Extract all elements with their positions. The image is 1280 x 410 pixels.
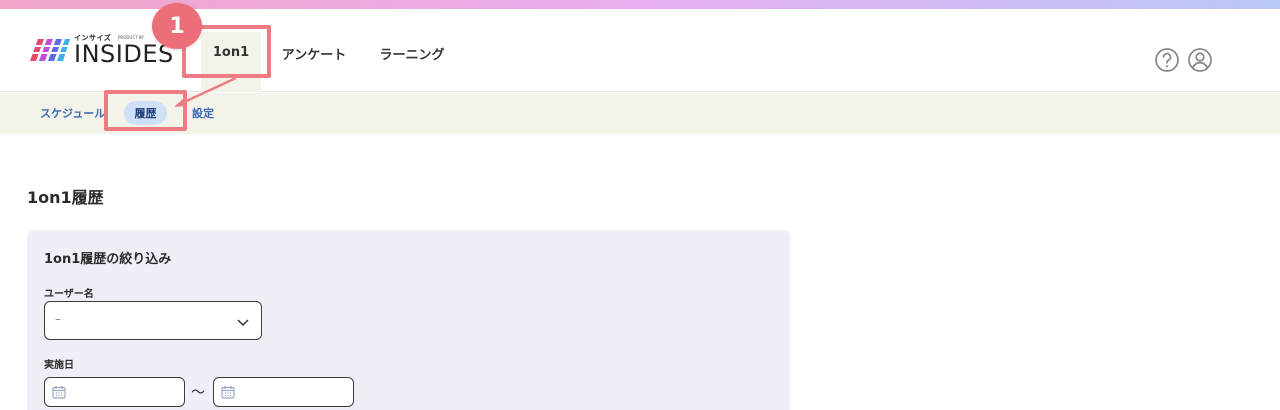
user-name-label: ユーザー名 — [44, 289, 94, 300]
highlight-box-history — [104, 90, 187, 131]
date-range-separator: 〜 — [191, 385, 205, 401]
filter-panel: 1on1履歴の絞り込み ユーザー名 – 実施日 〜 — [27, 230, 790, 410]
tab-survey-label: アンケート — [281, 47, 347, 63]
calendar-icon — [52, 386, 66, 399]
date-from-input[interactable] — [44, 377, 185, 407]
sub-navigation: スケジュール 履歴 設定 — [0, 93, 1280, 134]
tab-learning[interactable]: ラーニング — [379, 32, 445, 74]
subnav-item-schedule[interactable]: スケジュール — [40, 105, 105, 121]
tab-learning-label: ラーニング — [379, 47, 445, 63]
tab-survey[interactable]: アンケート — [281, 32, 347, 74]
calendar-icon — [221, 386, 235, 399]
date-to-input[interactable] — [213, 377, 354, 407]
help-icon[interactable] — [1154, 47, 1180, 73]
subnav-item-settings[interactable]: 設定 — [192, 105, 214, 121]
date-label: 実施日 — [44, 360, 74, 371]
filter-title: 1on1履歴の絞り込み — [44, 252, 172, 267]
page-title: 1on1履歴 — [27, 188, 104, 207]
step-badge: 1 — [152, 3, 202, 49]
user-name-select-value: – — [55, 312, 61, 326]
insides-logo[interactable]: インサイズ PRODUCT BY INSIDES — [30, 31, 173, 71]
logo-wordmark: INSIDES — [74, 40, 174, 68]
user-icon[interactable] — [1187, 47, 1213, 73]
logo-mark-icon — [30, 39, 70, 61]
chevron-down-icon — [237, 319, 249, 327]
user-name-select[interactable]: – — [44, 301, 262, 340]
